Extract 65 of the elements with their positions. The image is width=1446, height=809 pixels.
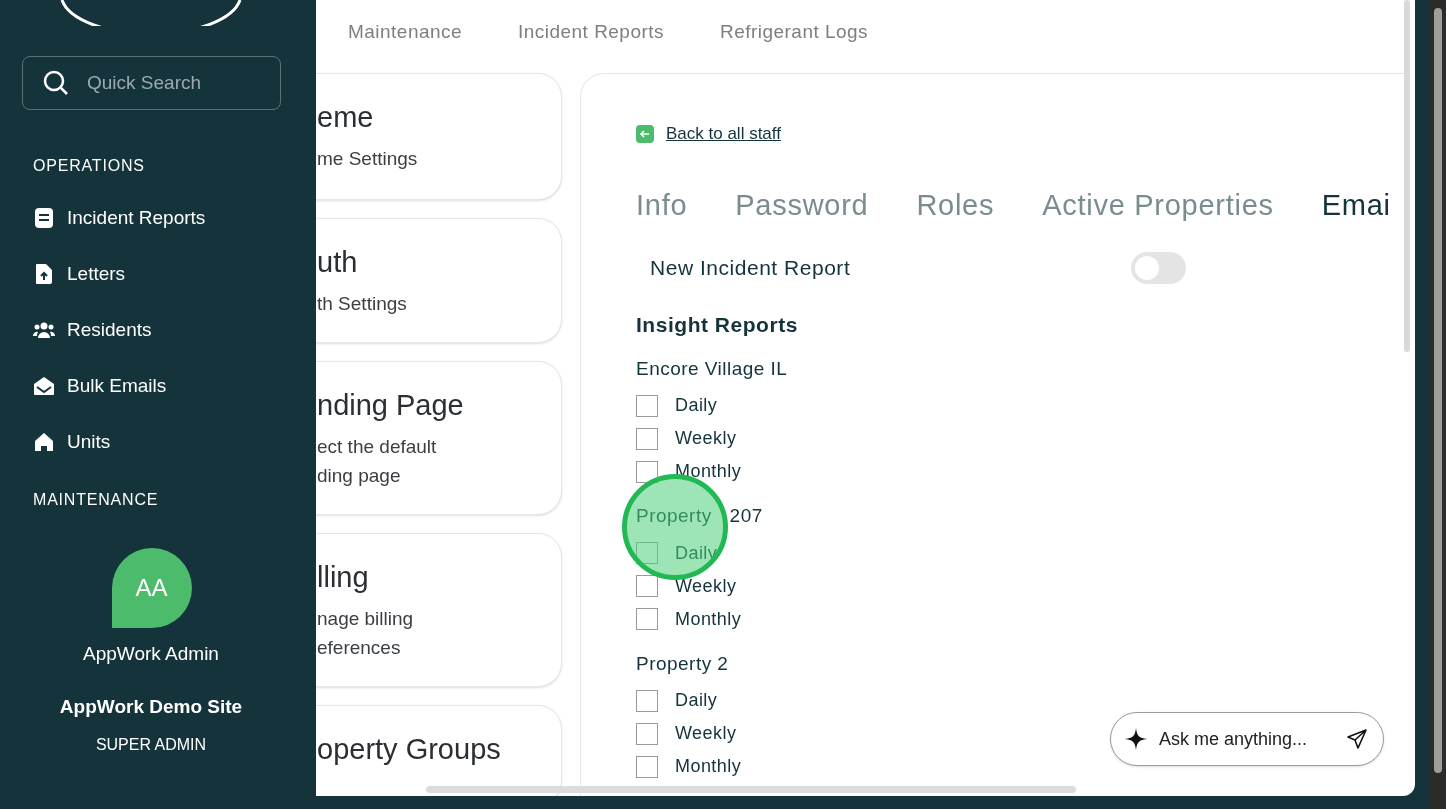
home-icon	[34, 432, 54, 452]
settings-card[interactable]: lling nage billing eferences	[316, 533, 562, 687]
search-field[interactable]: Quick Search	[22, 56, 281, 110]
nav-item[interactable]: Units	[33, 414, 206, 470]
nav-item[interactable]: Incident Reports	[33, 190, 206, 246]
checkbox-label: Weekly	[675, 722, 737, 745]
nav-tab[interactable]: Refrigerant Logs	[720, 18, 869, 47]
checkbox-label: Weekly	[675, 427, 737, 450]
search-icon	[42, 69, 70, 97]
sparkle-icon	[1124, 727, 1148, 751]
tab[interactable]: Password	[735, 184, 869, 224]
tab[interactable]: Info	[636, 184, 688, 224]
checkbox[interactable]	[636, 755, 658, 778]
settings-card[interactable]: operty Groups	[316, 705, 562, 796]
tab[interactable]: Emai	[1321, 184, 1391, 224]
nav-item[interactable]: Residents	[33, 302, 206, 358]
checkbox[interactable]	[636, 689, 658, 712]
avatar: AA	[111, 548, 192, 628]
checkbox[interactable]	[636, 394, 658, 417]
nav-item[interactable]: Bulk Emails	[33, 358, 206, 414]
property-name-fragment: 207	[729, 504, 763, 528]
section-heading: MAINTENANCE	[33, 490, 160, 510]
checkbox[interactable]	[636, 460, 658, 483]
nav-tab[interactable]: Maintenance	[348, 18, 463, 47]
checkbox[interactable]	[636, 575, 658, 597]
send-icon[interactable]	[1346, 728, 1368, 750]
chat-field[interactable]: Ask me anything...	[1110, 712, 1384, 766]
card-description: me Settings	[317, 147, 419, 171]
checkbox[interactable]	[636, 542, 658, 564]
back-link[interactable]: Back to all staff	[666, 121, 781, 147]
card-description: nage billing eferences	[317, 607, 415, 660]
scrollbar[interactable]	[426, 786, 1076, 793]
settings-card[interactable]: uth th Settings	[316, 218, 562, 343]
nav-tab[interactable]: Incident Reports	[518, 18, 664, 47]
checkbox[interactable]	[636, 722, 658, 745]
card-description: th Settings	[317, 292, 408, 316]
property-name: Encore Village IL	[636, 356, 789, 381]
people-icon	[33, 321, 55, 339]
settings-card[interactable]: eme me Settings	[316, 73, 562, 200]
checkbox-label: Monthly	[675, 755, 742, 778]
toggle-switch[interactable]	[1131, 252, 1186, 284]
checkbox[interactable]	[636, 427, 658, 450]
nav-item[interactable]: Letters	[33, 246, 206, 302]
checkbox-label: Daily	[675, 394, 718, 417]
tab[interactable]: Active Properties	[1042, 184, 1274, 224]
card-description: ect the default ding page	[317, 435, 438, 488]
property-name: Property 2	[636, 651, 730, 676]
envelope-icon	[33, 376, 55, 396]
checkbox-label: Daily	[675, 689, 718, 712]
toggle-label: New Incident Report	[650, 255, 852, 282]
section-heading: OPERATIONS	[33, 156, 146, 176]
user-name: AppWork Admin	[83, 642, 219, 666]
scrollbar[interactable]	[1430, 0, 1446, 809]
checkbox-label: Weekly	[675, 574, 737, 598]
checkbox[interactable]	[636, 608, 658, 630]
site-name: AppWork Demo Site	[59, 694, 243, 719]
document-icon	[34, 207, 54, 229]
tab[interactable]: Roles	[916, 184, 995, 224]
section-heading: Insight Reports	[636, 312, 799, 338]
checkbox-label: Monthly	[675, 460, 742, 483]
settings-card[interactable]: nding Page ect the default ding page	[316, 361, 562, 515]
file-upload-icon	[35, 263, 53, 285]
property-name-fragment: Property	[636, 504, 712, 528]
user-role: SUPER ADMIN	[95, 735, 207, 755]
checkbox-label: Monthly	[675, 607, 742, 631]
